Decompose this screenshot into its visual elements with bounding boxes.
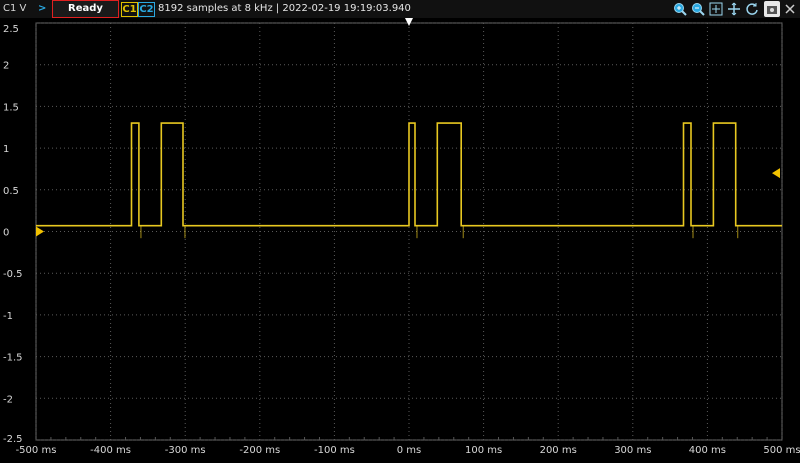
screenshot-icon[interactable]	[764, 1, 780, 17]
pan-icon[interactable]	[726, 1, 742, 17]
x-tick-label: 400 ms	[689, 445, 726, 456]
trace-polyline	[36, 122, 782, 227]
auto-scale-icon[interactable]	[708, 1, 724, 17]
y-tick-label: 1	[3, 144, 9, 155]
y-tick-label: -0.5	[3, 269, 23, 280]
status-badge[interactable]: Ready	[52, 0, 119, 18]
y-tick-label: 1.5	[3, 102, 19, 113]
zoom-out-icon[interactable]	[690, 1, 706, 17]
x-tick-label: -100 ms	[314, 445, 355, 456]
close-icon[interactable]	[782, 1, 798, 17]
run-arrow-button[interactable]: >	[38, 2, 46, 15]
scope-plot[interactable]: -500 ms -400 ms -300 ms -200 ms -100 ms 0 ms 1…	[0, 18, 800, 463]
x-tick-label: 100 ms	[465, 445, 502, 456]
toolbar: C1 V > Ready C1 C2 8192 samples at 8 kHz…	[0, 0, 800, 18]
x-tick-label: -300 ms	[165, 445, 206, 456]
markers	[36, 18, 780, 237]
x-tick-label: -200 ms	[239, 445, 280, 456]
x-tick-label: -400 ms	[90, 445, 131, 456]
trigger-position-marker	[405, 18, 413, 26]
axis-ticks: -500 ms -400 ms -300 ms -200 ms -100 ms 0 ms 1…	[3, 24, 800, 456]
y-tick-label: -1.5	[3, 353, 23, 364]
acquisition-info: 8192 samples at 8 kHz | 2022-02-19 19:19…	[158, 3, 411, 14]
x-tick-label: 300 ms	[614, 445, 651, 456]
x-tick-label: -500 ms	[16, 445, 57, 456]
y-tick-label: -1	[3, 311, 13, 322]
x-tick-label: 500 ms	[763, 445, 800, 456]
trace-channel-1	[36, 122, 782, 239]
y-tick-label: 0.5	[3, 186, 19, 197]
y-tick-label: 2.5	[3, 24, 19, 35]
trigger-level-marker	[772, 168, 780, 179]
y-tick-label: -2	[3, 394, 13, 405]
channel-1-button[interactable]: C1	[121, 2, 138, 17]
grid	[35, 22, 783, 441]
y-tick-label: 0	[3, 228, 9, 239]
ground-level-marker	[36, 226, 44, 237]
y-tick-label: -2.5	[3, 434, 23, 445]
channel-2-button[interactable]: C2	[138, 2, 155, 17]
reset-icon[interactable]	[744, 1, 760, 17]
zoom-in-icon[interactable]	[672, 1, 688, 17]
y-tick-label: 2	[3, 61, 9, 72]
channel-unit-label: C1 V	[3, 3, 27, 14]
x-tick-label: 200 ms	[540, 445, 577, 456]
x-tick-label: 0 ms	[397, 445, 422, 456]
